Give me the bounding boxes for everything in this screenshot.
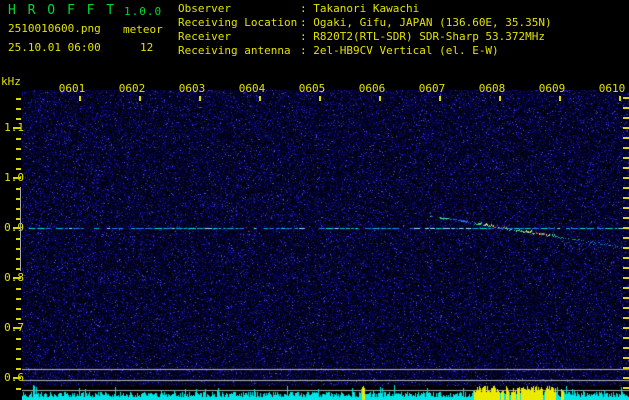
right-scale-tick — [623, 177, 629, 179]
right-scale-tick — [623, 377, 629, 379]
right-scale-tick — [623, 317, 629, 319]
time-tick — [379, 96, 381, 101]
freq-minor-tick — [16, 298, 21, 300]
right-scale-tick — [623, 227, 629, 229]
info-label: Receiving Location — [178, 16, 298, 29]
right-scale-tick — [623, 367, 629, 369]
time-tick — [439, 96, 441, 101]
time-tick-label: 0610 — [598, 82, 626, 95]
time-tick — [619, 96, 621, 101]
right-scale-tick — [623, 237, 629, 239]
right-scale-tick — [623, 167, 629, 169]
info-value: R820T2(RTL-SDR) SDR-Sharp 53.372MHz — [313, 30, 546, 43]
right-scale-tick — [623, 97, 629, 99]
station-info-row: Observer: Takanori Kawachi — [178, 2, 420, 15]
time-tick — [259, 96, 261, 101]
time-tick-label: 0603 — [178, 82, 206, 95]
time-tick — [79, 96, 81, 101]
freq-major-tick — [13, 127, 21, 129]
right-scale-tick — [623, 327, 629, 329]
app-title: H R O F F T — [8, 3, 117, 18]
info-label: Receiver — [178, 30, 231, 43]
right-scale-tick — [623, 197, 629, 199]
freq-minor-tick — [16, 108, 21, 110]
right-scale-tick — [623, 307, 629, 309]
freq-minor-tick — [16, 368, 21, 370]
right-scale-tick — [623, 247, 629, 249]
right-scale-tick — [623, 107, 629, 109]
freq-unit-label: kHz — [1, 75, 21, 88]
freq-minor-tick — [16, 158, 21, 160]
time-tick-label: 0601 — [58, 82, 86, 95]
time-tick-label: 0604 — [238, 82, 266, 95]
freq-minor-tick — [16, 338, 21, 340]
time-tick — [199, 96, 201, 101]
right-scale-tick — [623, 337, 629, 339]
right-scale-tick — [623, 287, 629, 289]
right-scale-tick — [623, 297, 629, 299]
freq-major-tick — [13, 177, 21, 179]
freq-minor-tick — [16, 318, 21, 320]
freq-minor-tick — [16, 288, 21, 290]
hrofft-screenshot: H R O F F T 1.0.0 2510010600.png meteor … — [0, 0, 629, 400]
info-label: Observer — [178, 2, 231, 15]
right-scale-tick — [623, 187, 629, 189]
freq-minor-tick — [16, 308, 21, 310]
carrier-range-marker — [20, 187, 21, 271]
right-scale-tick — [623, 357, 629, 359]
time-tick-label: 0602 — [118, 82, 146, 95]
freq-major-tick — [13, 277, 21, 279]
right-scale-tick — [623, 277, 629, 279]
time-tick — [559, 96, 561, 101]
time-tick-label: 0608 — [478, 82, 506, 95]
info-value: Takanori Kawachi — [313, 2, 420, 15]
station-info: Observer: Takanori Kawachi Receiving Loca… — [178, 2, 552, 58]
info-label: Receiving antenna — [178, 44, 291, 57]
mode-label: meteor — [123, 23, 163, 36]
right-scale-tick — [623, 267, 629, 269]
freq-minor-tick — [16, 168, 21, 170]
freq-minor-tick — [16, 348, 21, 350]
spectrogram-canvas — [22, 90, 629, 400]
echo-count: 12 — [140, 41, 154, 54]
right-scale-tick — [623, 137, 629, 139]
right-scale-tick — [623, 387, 629, 389]
time-tick-label: 0605 — [298, 82, 326, 95]
right-scale-tick — [623, 117, 629, 119]
time-tick-label: 0606 — [358, 82, 386, 95]
time-tick — [499, 96, 501, 101]
freq-minor-tick — [16, 118, 21, 120]
time-tick — [139, 96, 141, 101]
info-value: Ogaki, Gifu, JAPAN (136.60E, 35.35N) — [313, 16, 552, 29]
freq-minor-tick — [16, 358, 21, 360]
datetime-label: 25.10.01 06:00 — [8, 41, 101, 54]
freq-minor-tick — [16, 388, 21, 390]
right-scale-tick — [623, 207, 629, 209]
output-filename: 2510010600.png — [8, 22, 101, 35]
station-info-row: Receiving Location: Ogaki, Gifu, JAPAN (… — [178, 16, 552, 29]
info-value: 2el-HB9CV Vertical (el. E-W) — [313, 44, 499, 57]
right-scale-tick — [623, 127, 629, 129]
time-tick-label: 0607 — [418, 82, 446, 95]
right-scale-tick — [623, 147, 629, 149]
right-scale-tick — [623, 347, 629, 349]
station-info-row: Receiving antenna: 2el-HB9CV Vertical (e… — [178, 44, 499, 57]
freq-minor-tick — [16, 98, 21, 100]
freq-minor-tick — [16, 138, 21, 140]
time-tick — [319, 96, 321, 101]
right-scale-tick — [623, 257, 629, 259]
time-tick-label: 0609 — [538, 82, 566, 95]
freq-major-tick — [13, 377, 21, 379]
app-version: 1.0.0 — [124, 5, 163, 18]
right-scale-tick — [623, 217, 629, 219]
station-info-row: Receiver: R820T2(RTL-SDR) SDR-Sharp 53.3… — [178, 30, 546, 43]
freq-minor-tick — [16, 148, 21, 150]
freq-major-tick — [13, 327, 21, 329]
right-scale-tick — [623, 157, 629, 159]
